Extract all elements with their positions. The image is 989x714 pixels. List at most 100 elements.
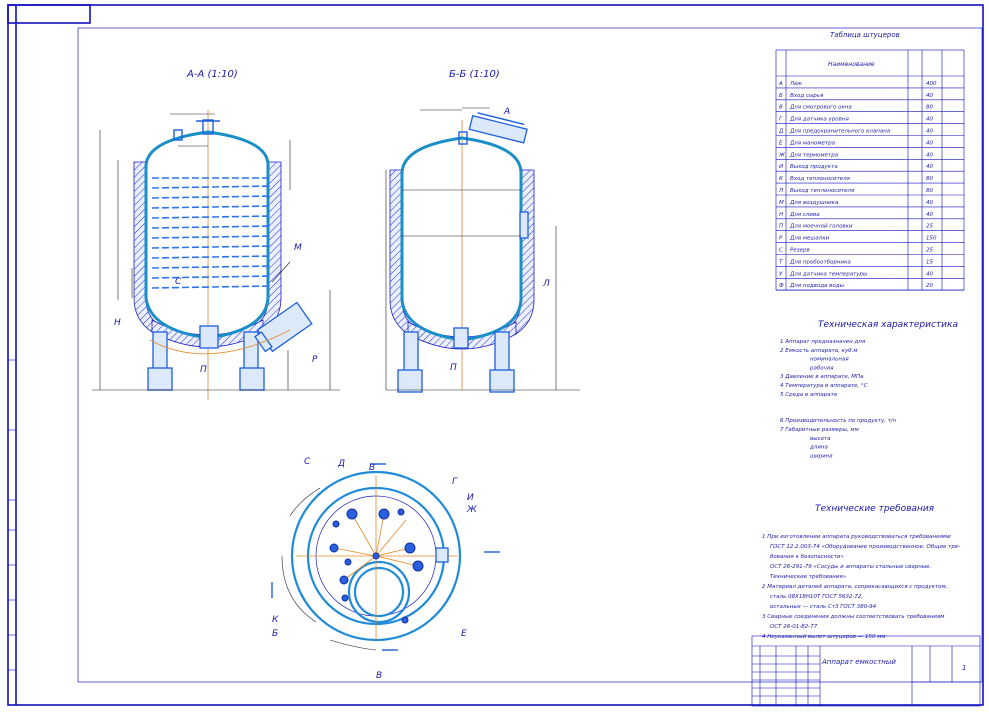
nozzle-table-dn: 40 [926,152,933,158]
tech-spec-line: 5 Среда в аппарате [780,392,838,398]
nozzle-table-name: Выход теплоносителя [790,188,855,194]
nozzle-table-name: Для моечной головки [789,224,853,230]
nozzle-table-name: Вход теплоносителя [790,176,851,182]
plan-view: В В Г И Ж Е Д С Б К [271,457,500,681]
nozzle-table: Таблица штуцеров Наименование А Люк 400 Б Вх… [775,31,965,291]
nozzle-table-dn: 15 [926,259,933,265]
nozzle-table-name: Для термометра [789,152,839,158]
nozzle-table-code: И [779,164,783,170]
tech-req-line: ОСТ 26-291-79 «Сосуды и аппараты стальны… [770,564,932,570]
mark-i-plan: И [467,493,474,503]
view-b-label: Б-Б (1:10) [449,69,500,80]
nozzle-table-name: Для пробоотборника [789,259,851,265]
plan-side-nozzle [435,547,449,563]
nozzle-table-dn: 40 [926,140,933,146]
nozzle-table-name: Для датчика температуры [789,271,868,277]
mark-k-plan: К [272,615,279,625]
nozzle-table-name: Резерв [790,248,810,254]
mark-v-top: В [369,463,375,473]
view-b-b: Б-Б (1:10) А Л П [385,69,580,393]
nozzle-table-dn: 25 [926,224,933,230]
nozzle-table-name: Для манометра [789,140,836,146]
nozzle-table-dn: 80 [926,188,933,194]
tech-spec-line: высота [810,436,831,442]
leg-a-left-foot [147,367,173,391]
tech-spec-line: 7 Габаритные размеры, мм [780,427,859,433]
tech-requirements: Технические требования 1 При изготовлени… [762,504,960,640]
nozzle-table-code: Л [778,188,783,194]
mark-d-plan: Д [337,459,345,469]
tech-req-line: Технические требования» [770,574,847,580]
tech-req-line: 2 Материал деталей аппарата, соприкасающ… [762,584,948,590]
view-a-label: А-А (1:10) [186,69,238,80]
mark-e-plan: Е [461,629,467,639]
mark-b-plan: Б [272,629,278,639]
nozzle-table-code: Ж [778,152,786,158]
leg-a-right-foot [239,367,265,391]
mark-m: М [294,243,302,253]
tech-spec-title: Техническая характеристика [818,320,958,330]
nozzle-table-code: Б [779,93,783,99]
nozzle-table-dn: 40 [926,93,933,99]
nozzle-table-dn: 80 [926,105,933,111]
tech-spec-line: номинальная [810,357,849,363]
nozzle-table-code: П [779,224,783,230]
heating-coil [151,177,273,289]
title-block [751,635,981,707]
nozzle-table-dn: 40 [926,271,933,277]
corner-stamp [7,4,91,24]
nozzle-table-col-name: Наименование [828,61,875,68]
sight-glass [519,211,529,239]
nozzle-table-code: Н [779,212,783,218]
tech-spec: Техническая характеристика 1 Аппарат пре… [780,320,958,459]
nozzle-table-code: Ф [779,283,784,289]
nozzle-table-name: Для воздушника [789,200,839,206]
leg-a-left [152,331,168,373]
tech-spec-line: 4 Температура в аппарате, °С [780,383,868,389]
nozzle-table-code: Е [779,140,783,146]
nozzle-table-dn: 40 [926,117,933,123]
mark-ss: С [175,277,182,287]
title-block-sheet: 1 [962,664,966,672]
nozzle-table-dn: 400 [926,81,937,87]
tech-req-line: 4 Неуказанный вылет штуцеров — 150 мм [762,634,886,640]
tech-spec-line: длина [809,445,828,451]
nozzle-table-name: Для предохранительного клапана [789,129,891,135]
mark-r-a: Р [312,355,318,365]
nozzle-table-dn: 150 [926,236,937,242]
mark-n-a: Н [114,318,121,328]
nozzle-table-code: С [779,248,783,254]
nozzle-table-name: Для подвода воды [789,283,845,289]
tech-spec-line: рабочая [809,365,834,371]
tech-req-line: ОСТ 26-01-82-77 [770,624,818,630]
tech-req-line: остальных — сталь Ст3 ГОСТ 380-94 [770,604,877,610]
tech-req-line: 3 Сварные соединения должны соответствов… [762,614,944,620]
mark-l-b: Л [542,279,550,289]
tech-req-line: бования к безопасности» [770,554,844,560]
nozzle-bottom-b [453,327,469,349]
title-block-name: Аппарат емкостный [821,658,896,666]
nozzle-table-name: Люк [789,81,803,87]
tech-spec-line: 2 Емкость аппарата, куб.м [780,348,858,354]
nozzle-bottom-a [199,325,219,349]
nozzle-table-code: У [779,271,783,277]
mark-a-b: А [503,107,510,117]
nozzle-table-name: Выход продукта [790,164,838,170]
left-binding-boxes [8,359,16,671]
mark-p-a: П [200,365,207,375]
tech-req-line: сталь 08Х18Н10Т ГОСТ 5632-72, [770,594,863,600]
nozzle-table-code: Р [779,236,783,242]
nozzle-table-code: Д [778,129,784,135]
nozzle-table-code: М [779,200,784,206]
mark-p-b: П [450,363,457,373]
leg-b-right-foot [489,369,515,393]
nozzle-table-name: Вход сырья [790,93,824,99]
tech-spec-line: ширина [810,453,833,459]
nozzle-table-name: Для слива [789,212,820,218]
nozzle-table-name: Для смотрового окна [789,105,852,111]
nozzle-table-code: Г [779,117,783,123]
mark-v-bottom: В [376,671,382,681]
tech-spec-line: 1 Аппарат предназначен для [780,339,866,345]
view-a-a: А-А (1:10) М Н П Р С [92,69,340,400]
mark-g-plan: Г [452,477,458,487]
